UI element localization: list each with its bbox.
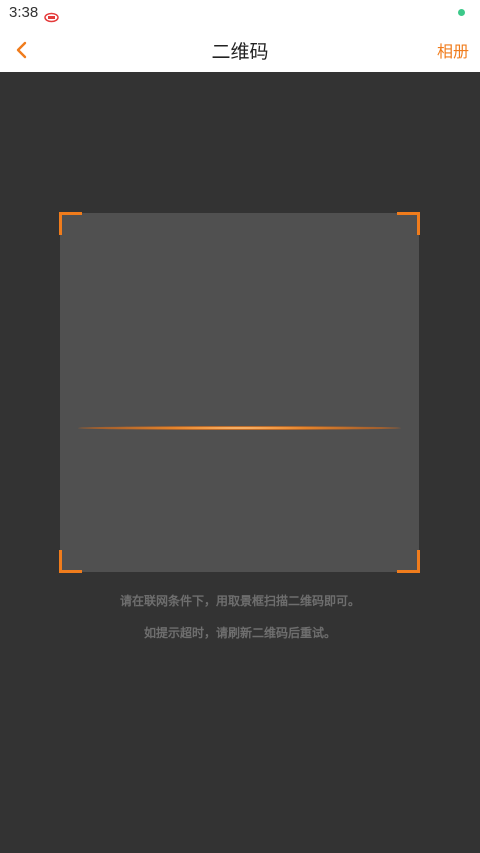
- scan-corner-bottom-left: [59, 550, 82, 573]
- scan-frame: [59, 212, 420, 573]
- scan-corner-top-right: [397, 212, 420, 235]
- scan-corner-top-left: [59, 212, 82, 235]
- status-bar: 3:38: [0, 0, 480, 28]
- scan-hint-timeout: 如提示超时，请刷新二维码后重试。: [143, 626, 336, 640]
- status-indicator-dot: [458, 9, 465, 16]
- scan-line: [78, 426, 401, 430]
- album-button[interactable]: 相册: [437, 38, 469, 62]
- scan-hint-network: 请在联网条件下，用取景框扫描二维码即可。: [119, 594, 360, 608]
- scan-corner-bottom-right: [397, 550, 420, 573]
- page-title: 二维码: [211, 41, 269, 63]
- nav-bar: 二维码 相册: [0, 28, 480, 72]
- app-notification-icon: [44, 8, 59, 23]
- status-time: 3:38: [9, 4, 39, 21]
